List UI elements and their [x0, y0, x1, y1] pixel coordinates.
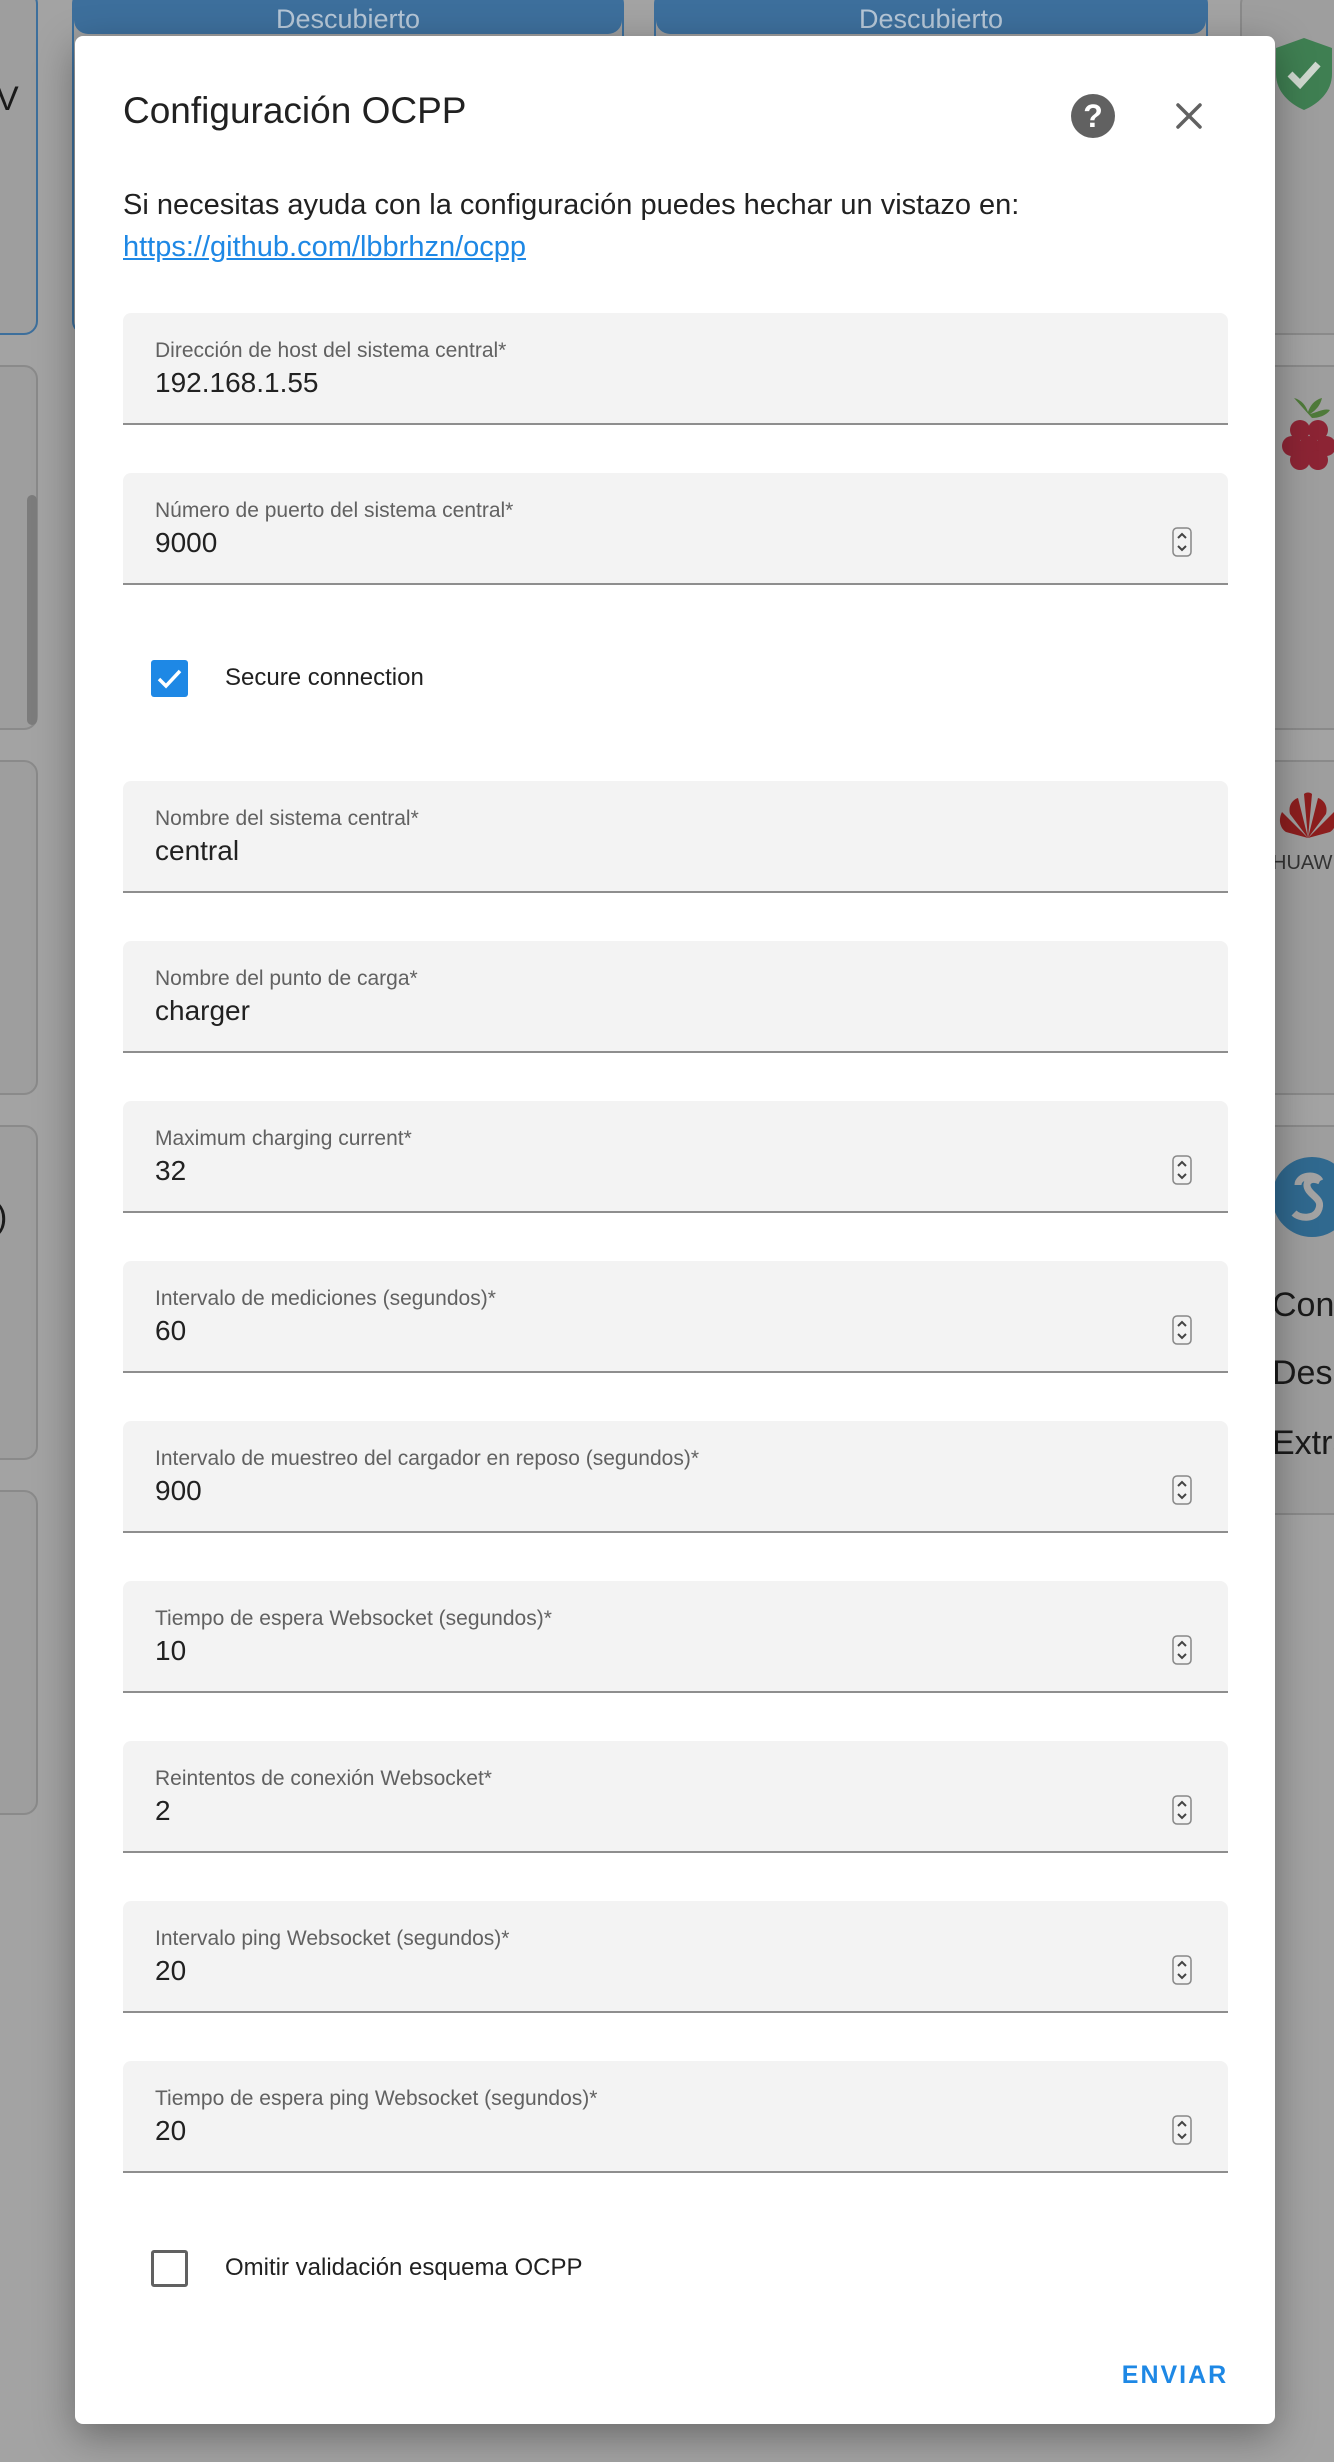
spinner-icon[interactable]: [1172, 1955, 1192, 1985]
raspberry-icon: [1282, 398, 1334, 470]
websocket-retries-value[interactable]: 2: [155, 1795, 171, 1827]
skip-schema-checkbox[interactable]: [151, 2250, 188, 2287]
port-label: Número de puerto del sistema central*: [155, 499, 514, 522]
ping-timeout-value[interactable]: 20: [155, 2115, 186, 2147]
spinner-icon[interactable]: [1172, 1315, 1192, 1345]
websocket-retries-label: Reintentos de conexión Websocket*: [155, 1767, 492, 1790]
csid-field[interactable]: Nombre del sistema central* central: [123, 781, 1228, 893]
cpid-label: Nombre del punto de carga*: [155, 967, 418, 990]
cpid-field[interactable]: Nombre del punto de carga* charger: [123, 941, 1228, 1053]
discover-button[interactable]: Descubierto: [74, 0, 622, 34]
cpid-value[interactable]: charger: [155, 995, 250, 1027]
ping-timeout-label: Tiempo de espera ping Websocket (segundo…: [155, 2087, 598, 2110]
meter-interval-label: Intervalo de mediciones (segundos)*: [155, 1287, 496, 1310]
websocket-retries-field[interactable]: Reintentos de conexión Websocket* 2: [123, 1741, 1228, 1853]
secure-connection-label: Secure connection: [225, 664, 424, 691]
host-value[interactable]: 192.168.1.55: [155, 367, 319, 399]
bg-text-fragment: Cont: [1272, 1286, 1334, 1324]
ocpp-config-dialog: Configuración OCPP ? Si necesitas ayuda …: [75, 36, 1275, 2424]
spinner-icon[interactable]: [1172, 1635, 1192, 1665]
dialog-description: Si necesitas ayuda con la configuración …: [123, 184, 1223, 268]
host-field[interactable]: Dirección de host del sistema central* 1…: [123, 313, 1228, 425]
port-field[interactable]: Número de puerto del sistema central* 90…: [123, 473, 1228, 585]
bg-card-left-3: [0, 760, 38, 1095]
bg-card-left-4: [0, 1125, 38, 1460]
shield-check-icon: [1276, 38, 1332, 110]
websocket-timeout-value[interactable]: 10: [155, 1635, 186, 1667]
huawei-logo-icon: [1279, 792, 1334, 838]
background-scrollbar[interactable]: [27, 495, 37, 725]
bg-text-fragment: V: [0, 80, 19, 118]
meter-interval-value[interactable]: 60: [155, 1315, 186, 1347]
max-current-field[interactable]: Maximum charging current* 32: [123, 1101, 1228, 1213]
discover-button[interactable]: Descubierto: [656, 0, 1206, 34]
ping-interval-label: Intervalo ping Websocket (segundos)*: [155, 1927, 510, 1950]
websocket-timeout-field[interactable]: Tiempo de espera Websocket (segundos)* 1…: [123, 1581, 1228, 1693]
close-icon[interactable]: [1169, 96, 1209, 136]
bg-text-fragment: ): [0, 1198, 7, 1237]
submit-button[interactable]: ENVIAR: [1115, 2350, 1235, 2400]
max-current-value[interactable]: 32: [155, 1155, 186, 1187]
bg-text-fragment: Desh: [1272, 1354, 1334, 1392]
max-current-label: Maximum charging current*: [155, 1127, 412, 1150]
spinner-icon[interactable]: [1172, 2115, 1192, 2145]
ping-interval-value[interactable]: 20: [155, 1955, 186, 1987]
bg-text-fragment: HUAW: [1272, 852, 1333, 874]
bg-card-left-1: [0, 0, 38, 335]
idle-interval-field[interactable]: Intervalo de muestreo del cargador en re…: [123, 1421, 1228, 1533]
idle-interval-value[interactable]: 900: [155, 1475, 202, 1507]
integration-logo-icon: [1272, 1157, 1334, 1237]
csid-value[interactable]: central: [155, 835, 239, 867]
websocket-timeout-label: Tiempo de espera Websocket (segundos)*: [155, 1607, 552, 1630]
csid-label: Nombre del sistema central*: [155, 807, 419, 830]
spinner-icon[interactable]: [1172, 1155, 1192, 1185]
secure-connection-checkbox[interactable]: [151, 660, 188, 697]
help-icon[interactable]: ?: [1071, 94, 1115, 138]
bg-text-fragment: Extra: [1272, 1424, 1334, 1462]
dialog-title: Configuración OCPP: [123, 90, 467, 131]
ping-interval-field[interactable]: Intervalo ping Websocket (segundos)* 20: [123, 1901, 1228, 2013]
meter-interval-field[interactable]: Intervalo de mediciones (segundos)* 60: [123, 1261, 1228, 1373]
host-label: Dirección de host del sistema central*: [155, 339, 507, 362]
skip-schema-label: Omitir validación esquema OCPP: [225, 2254, 583, 2281]
intro-text: Si necesitas ayuda con la configuración …: [123, 189, 1020, 221]
spinner-icon[interactable]: [1172, 527, 1192, 557]
spinner-icon[interactable]: [1172, 1475, 1192, 1505]
bg-card-left-5: [0, 1490, 38, 1815]
spinner-icon[interactable]: [1172, 1795, 1192, 1825]
github-link[interactable]: https://github.com/lbbrhzn/ocpp: [123, 231, 526, 263]
check-icon: [157, 669, 182, 689]
idle-interval-label: Intervalo de muestreo del cargador en re…: [155, 1447, 699, 1470]
ping-timeout-field[interactable]: Tiempo de espera ping Websocket (segundo…: [123, 2061, 1228, 2173]
port-value[interactable]: 9000: [155, 527, 217, 559]
